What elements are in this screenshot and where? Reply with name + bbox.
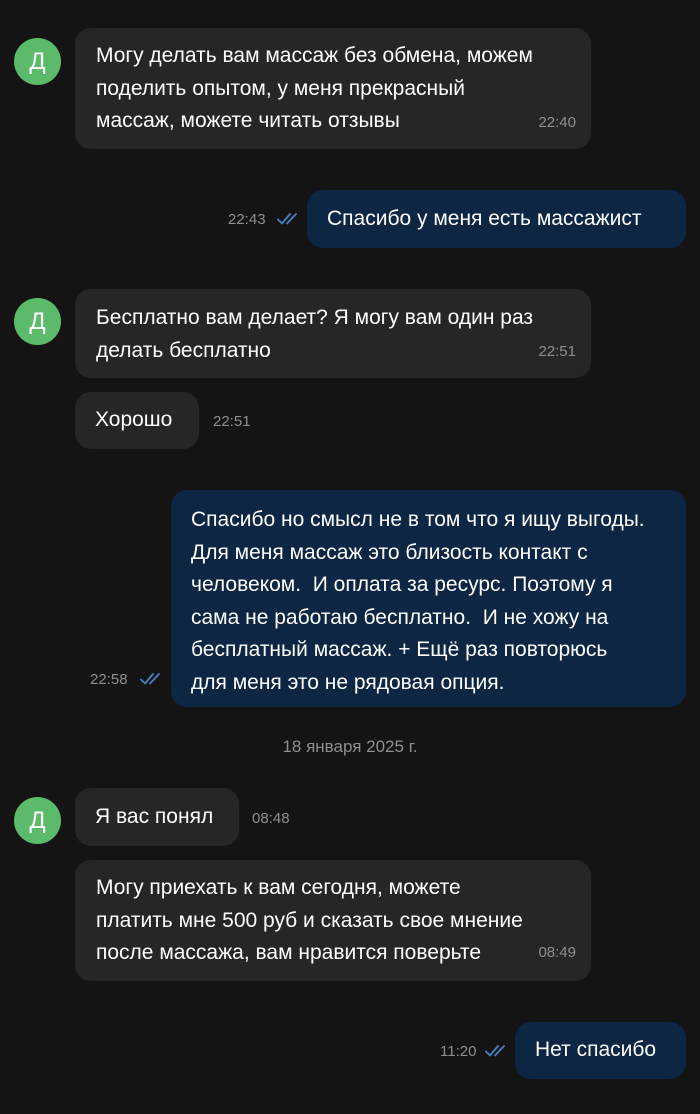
message-bubble[interactable]: Бесплатно вам делает? Я могу вам один ра… xyxy=(75,289,591,378)
message-time: 22:51 xyxy=(538,343,576,360)
double-check-icon xyxy=(485,1045,505,1057)
double-check-icon xyxy=(277,213,297,225)
double-check-icon xyxy=(140,673,160,685)
message-text: Могу делать вам массаж без обмена, можем… xyxy=(96,44,533,132)
message-bubble[interactable]: Могу приехать к вам сегодня, можете плат… xyxy=(75,860,591,981)
message-time: 08:49 xyxy=(538,944,576,961)
message-time: 22:51 xyxy=(213,413,251,430)
message-time: 22:58 xyxy=(90,671,128,688)
message-bubble[interactable]: Я вас понял 08:48 xyxy=(75,788,290,846)
message-text: Спасибо но смысл не в том что я ищу выго… xyxy=(191,508,645,694)
message-time: 22:40 xyxy=(538,114,576,131)
message-bubble[interactable]: Хорошо 22:51 xyxy=(75,392,251,449)
message-time: 08:48 xyxy=(252,810,290,827)
message-text: Я вас понял xyxy=(95,805,214,828)
message-bubble[interactable]: Спасибо но смысл не в том что я ищу выго… xyxy=(171,490,686,707)
message-text: Спасибо у меня есть массажист xyxy=(327,207,642,230)
avatar[interactable]: Д xyxy=(14,797,61,844)
message-bubble[interactable]: Спасибо у меня есть массажист xyxy=(307,190,686,248)
message-bubble[interactable]: Могу делать вам массаж без обмена, можем… xyxy=(75,28,591,149)
message-text: Бесплатно вам делает? Я могу вам один ра… xyxy=(96,306,534,362)
message-text: Могу приехать к вам сегодня, можете плат… xyxy=(96,876,523,964)
message-text: Хорошо xyxy=(95,408,173,431)
message-time: 22:43 xyxy=(228,211,266,228)
message-text: Нет спасибо xyxy=(535,1038,657,1061)
message-bubble[interactable]: Нет спасибо xyxy=(515,1022,686,1079)
date-separator: 18 января 2025 г. xyxy=(282,737,418,756)
message-time: 11:20 xyxy=(440,1043,477,1060)
avatar[interactable]: Д xyxy=(14,298,61,345)
avatar[interactable]: Д xyxy=(14,38,61,85)
